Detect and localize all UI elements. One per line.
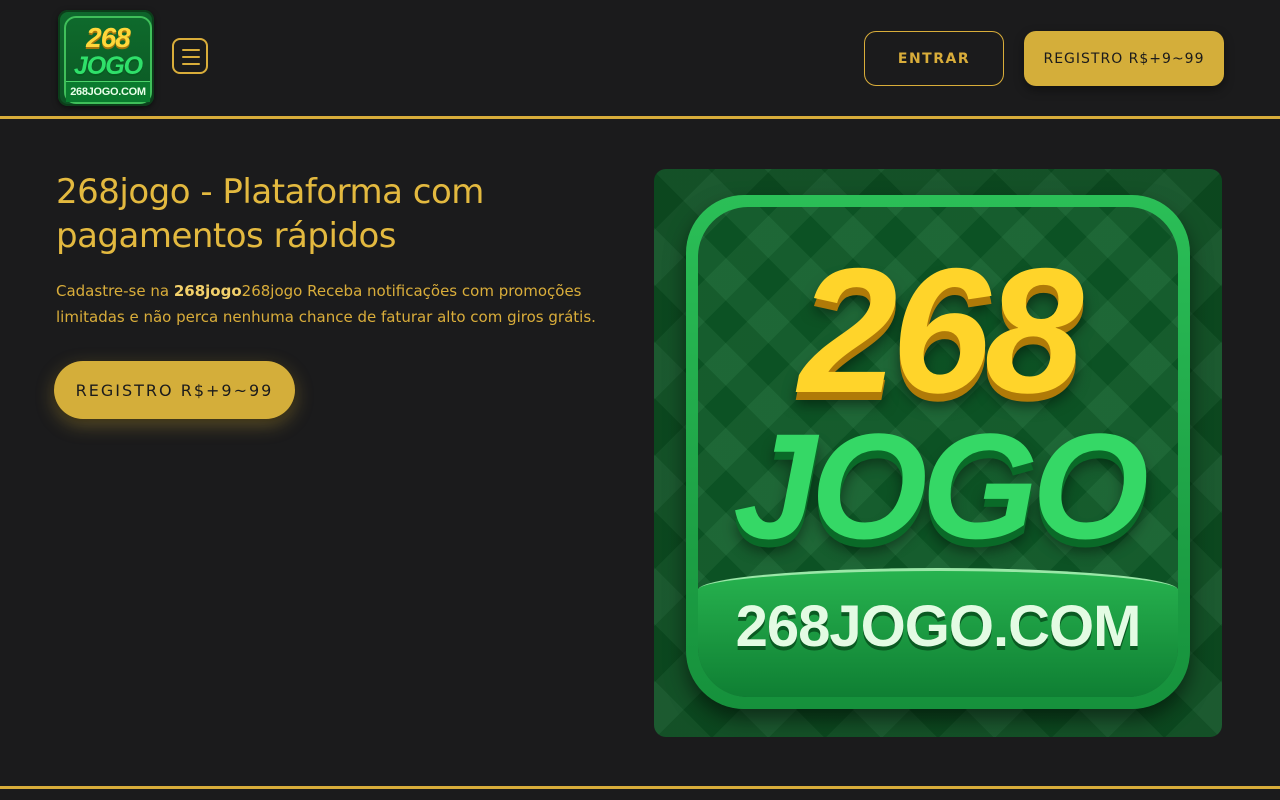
register-button-header[interactable]: REGISTRO R$+9~99 (1024, 31, 1224, 86)
logo-badge: 268 JOGO 268JOGO.COM (64, 16, 152, 104)
logo-domain: 268JOGO.COM (66, 81, 150, 102)
footer-divider (0, 786, 1280, 789)
hero-logo-image: 268 JOGO 268JOGO.COM (654, 169, 1222, 737)
hero-logo-domain-band: 268JOGO.COM (698, 568, 1178, 697)
logo-number: 268 (86, 22, 131, 53)
hero-logo-domain: 268JOGO.COM (735, 594, 1142, 659)
site-header: 268 JOGO 268JOGO.COM ENTRAR REGISTRO R$+… (0, 0, 1280, 119)
hamburger-icon-line (182, 63, 200, 65)
hero-description-brand: 268jogo (173, 282, 242, 300)
logo-word: JOGO (73, 52, 143, 80)
register-button-hero[interactable]: REGISTRO R$+9~99 (54, 361, 295, 419)
menu-button[interactable] (172, 38, 208, 74)
hero-logo-tile-inner: 268 JOGO 268JOGO.COM (698, 207, 1178, 697)
hero-description: Cadastre-se na 268jogo268jogo Receba not… (56, 278, 636, 330)
hero-logo-word: JOGO (733, 402, 1148, 570)
hamburger-icon (182, 49, 200, 51)
hero-logo-number: 268 (798, 231, 1084, 430)
hero-title: 268jogo - Plataforma com pagamentos rápi… (56, 172, 484, 256)
login-button[interactable]: ENTRAR (864, 31, 1004, 86)
hero-logo-tile: 268 JOGO 268JOGO.COM (686, 195, 1190, 709)
site-logo[interactable]: 268 JOGO 268JOGO.COM (58, 10, 154, 106)
hero-description-prefix: Cadastre-se na (56, 282, 174, 300)
hamburger-icon-line (182, 56, 200, 58)
